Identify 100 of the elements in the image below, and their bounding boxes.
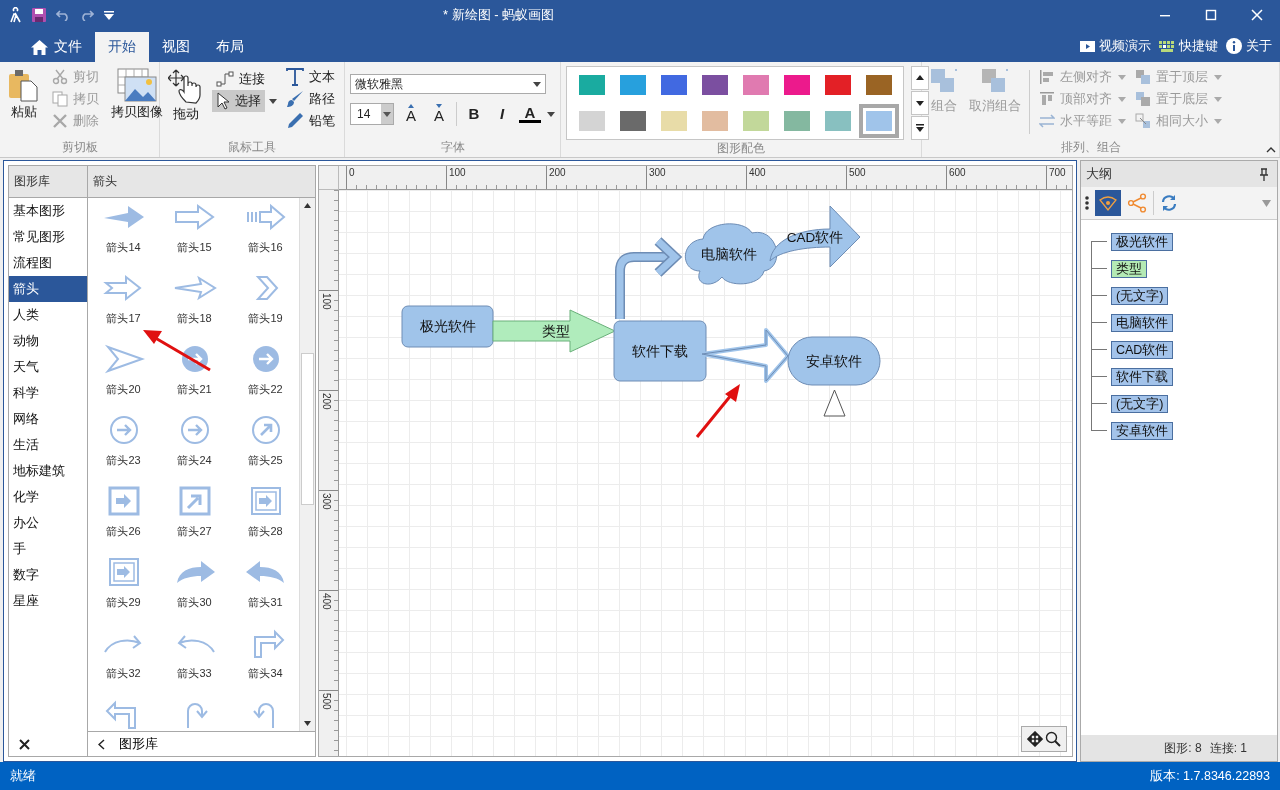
rounded-rectangle[interactable] bbox=[613, 320, 707, 382]
dropdown-icon[interactable] bbox=[1262, 199, 1271, 207]
help-link[interactable]: 视频演示 bbox=[1080, 37, 1151, 55]
font-field[interactable]: 微软雅黑 bbox=[350, 74, 546, 94]
cloud-shape[interactable] bbox=[684, 223, 778, 285]
arrow-icon[interactable] bbox=[172, 202, 217, 232]
curved-arrow[interactable] bbox=[769, 205, 861, 268]
category-item[interactable]: 地标建筑 bbox=[9, 458, 87, 484]
category-item[interactable]: 基本图形 bbox=[9, 198, 87, 224]
shape-label: 箭头14 bbox=[106, 240, 141, 255]
arrow-icon[interactable] bbox=[172, 273, 217, 303]
category-item[interactable]: 流程图 bbox=[9, 250, 87, 276]
pencil-button[interactable]: 铅笔 bbox=[282, 110, 339, 132]
caret-icon[interactable] bbox=[269, 98, 277, 104]
annotation-arrow bbox=[143, 330, 211, 372]
scrollbar-thumb[interactable] bbox=[301, 353, 314, 505]
scrollbar[interactable] bbox=[299, 198, 315, 731]
caret-icon[interactable] bbox=[547, 111, 555, 117]
close-icon[interactable] bbox=[19, 739, 30, 750]
scroll-up-icon[interactable] bbox=[911, 66, 929, 90]
shape-label: 箭头31 bbox=[248, 595, 283, 610]
drag-button[interactable]: 拖动 bbox=[165, 66, 207, 125]
caret-icon[interactable] bbox=[533, 81, 541, 87]
outline-item[interactable]: (无文字) bbox=[1111, 394, 1169, 413]
outline-item[interactable]: 电脑软件 bbox=[1111, 313, 1173, 332]
distribute-icon bbox=[1039, 113, 1055, 129]
ribbon-tab[interactable]: 文件 bbox=[18, 32, 95, 62]
shape-label: 电脑软件 bbox=[701, 246, 757, 262]
outline-item[interactable]: 安卓软件 bbox=[1111, 421, 1173, 440]
bold-button[interactable]: B bbox=[463, 106, 485, 122]
shape-label: 箭头18 bbox=[177, 311, 212, 326]
category-item[interactable]: 生活 bbox=[9, 432, 87, 458]
font-color-button[interactable]: A bbox=[519, 105, 541, 123]
category-item[interactable]: 常见图形 bbox=[9, 224, 87, 250]
category-item[interactable]: 网络 bbox=[9, 406, 87, 432]
outline-item[interactable]: CAD软件 bbox=[1111, 340, 1174, 359]
more-icon[interactable] bbox=[1085, 196, 1089, 210]
help-link[interactable]: 快捷键 bbox=[1159, 37, 1218, 55]
select-button[interactable]: 选择 bbox=[212, 90, 265, 112]
category-item[interactable]: 手 bbox=[9, 536, 87, 562]
auto-layout-icon[interactable] bbox=[1095, 190, 1121, 216]
italic-button[interactable]: I bbox=[491, 106, 513, 122]
scroll-down-icon[interactable] bbox=[911, 91, 929, 115]
outline-item[interactable]: 极光软件 bbox=[1111, 232, 1173, 251]
outline-item[interactable]: 软件下载 bbox=[1111, 367, 1173, 386]
color-swatch[interactable] bbox=[858, 104, 899, 138]
copy-icon bbox=[52, 91, 68, 107]
same-size-icon bbox=[1135, 113, 1151, 129]
category-item[interactable]: 化学 bbox=[9, 484, 87, 510]
pencil-icon bbox=[286, 112, 304, 130]
font-size-field[interactable]: 14 bbox=[350, 103, 394, 125]
shape-label: 箭头15 bbox=[177, 240, 212, 255]
outline-item[interactable]: (无文字) bbox=[1111, 286, 1169, 305]
ribbon-tab[interactable]: 开始 bbox=[95, 32, 149, 62]
triangle-shape[interactable] bbox=[823, 389, 846, 417]
ribbon-tab[interactable]: 视图 bbox=[149, 32, 203, 62]
rounded-shape[interactable] bbox=[787, 336, 881, 386]
category-item[interactable]: 星座 bbox=[9, 588, 87, 614]
pin-icon[interactable] bbox=[1259, 167, 1269, 181]
ribbon-tab[interactable]: 布局 bbox=[203, 32, 257, 62]
category-item[interactable]: 动物 bbox=[9, 328, 87, 354]
redo-icon[interactable] bbox=[80, 9, 94, 21]
grow-font-button[interactable]: A bbox=[400, 104, 422, 124]
help-link[interactable]: 关于 bbox=[1226, 37, 1272, 55]
outline-item[interactable]: 类型 bbox=[1111, 259, 1147, 278]
shape-label: 箭头22 bbox=[248, 382, 283, 397]
block-arrow[interactable] bbox=[492, 309, 616, 353]
category-item[interactable]: 数字 bbox=[9, 562, 87, 588]
share-icon[interactable] bbox=[1127, 193, 1147, 213]
caret-icon[interactable] bbox=[383, 111, 391, 117]
shape-label: 箭头23 bbox=[106, 453, 141, 468]
shape-label: 箭头34 bbox=[248, 666, 283, 681]
app-logo-icon[interactable] bbox=[8, 7, 22, 23]
category-item[interactable]: 科学 bbox=[9, 380, 87, 406]
category-item[interactable]: 天气 bbox=[9, 354, 87, 380]
save-icon[interactable] bbox=[32, 8, 46, 22]
category-item[interactable]: 人类 bbox=[9, 302, 87, 328]
connector-icon bbox=[216, 71, 234, 87]
collapse-ribbon-icon[interactable] bbox=[1266, 147, 1276, 153]
text-button[interactable]: 文本 bbox=[282, 66, 339, 88]
back-link[interactable]: 图形库 bbox=[88, 731, 315, 756]
send-back-icon bbox=[1135, 91, 1151, 107]
category-item[interactable]: 办公 bbox=[9, 510, 87, 536]
copy-image-button[interactable]: 拷贝图像 bbox=[108, 66, 166, 123]
paste-button[interactable]: 粘贴 bbox=[5, 66, 43, 123]
rounded-rectangle[interactable] bbox=[401, 305, 494, 348]
zoom-icon[interactable] bbox=[1045, 731, 1061, 747]
connect-button[interactable]: 连接 bbox=[212, 68, 269, 90]
shape-label: 安卓软件 bbox=[806, 353, 862, 369]
category-item[interactable]: 箭头 bbox=[9, 276, 87, 302]
ruler-label: 0 bbox=[349, 167, 355, 178]
move-icon[interactable] bbox=[1027, 731, 1043, 747]
refresh-icon[interactable] bbox=[1160, 194, 1178, 212]
ruler-label: 500 bbox=[321, 693, 332, 710]
undo-icon[interactable] bbox=[56, 9, 70, 21]
path-button[interactable]: 路径 bbox=[282, 88, 339, 110]
shrink-font-button[interactable]: A bbox=[428, 104, 450, 124]
expand-gallery-icon[interactable] bbox=[911, 116, 929, 140]
customize-menu-icon[interactable] bbox=[104, 10, 114, 20]
shape-label: 箭头16 bbox=[248, 240, 283, 255]
